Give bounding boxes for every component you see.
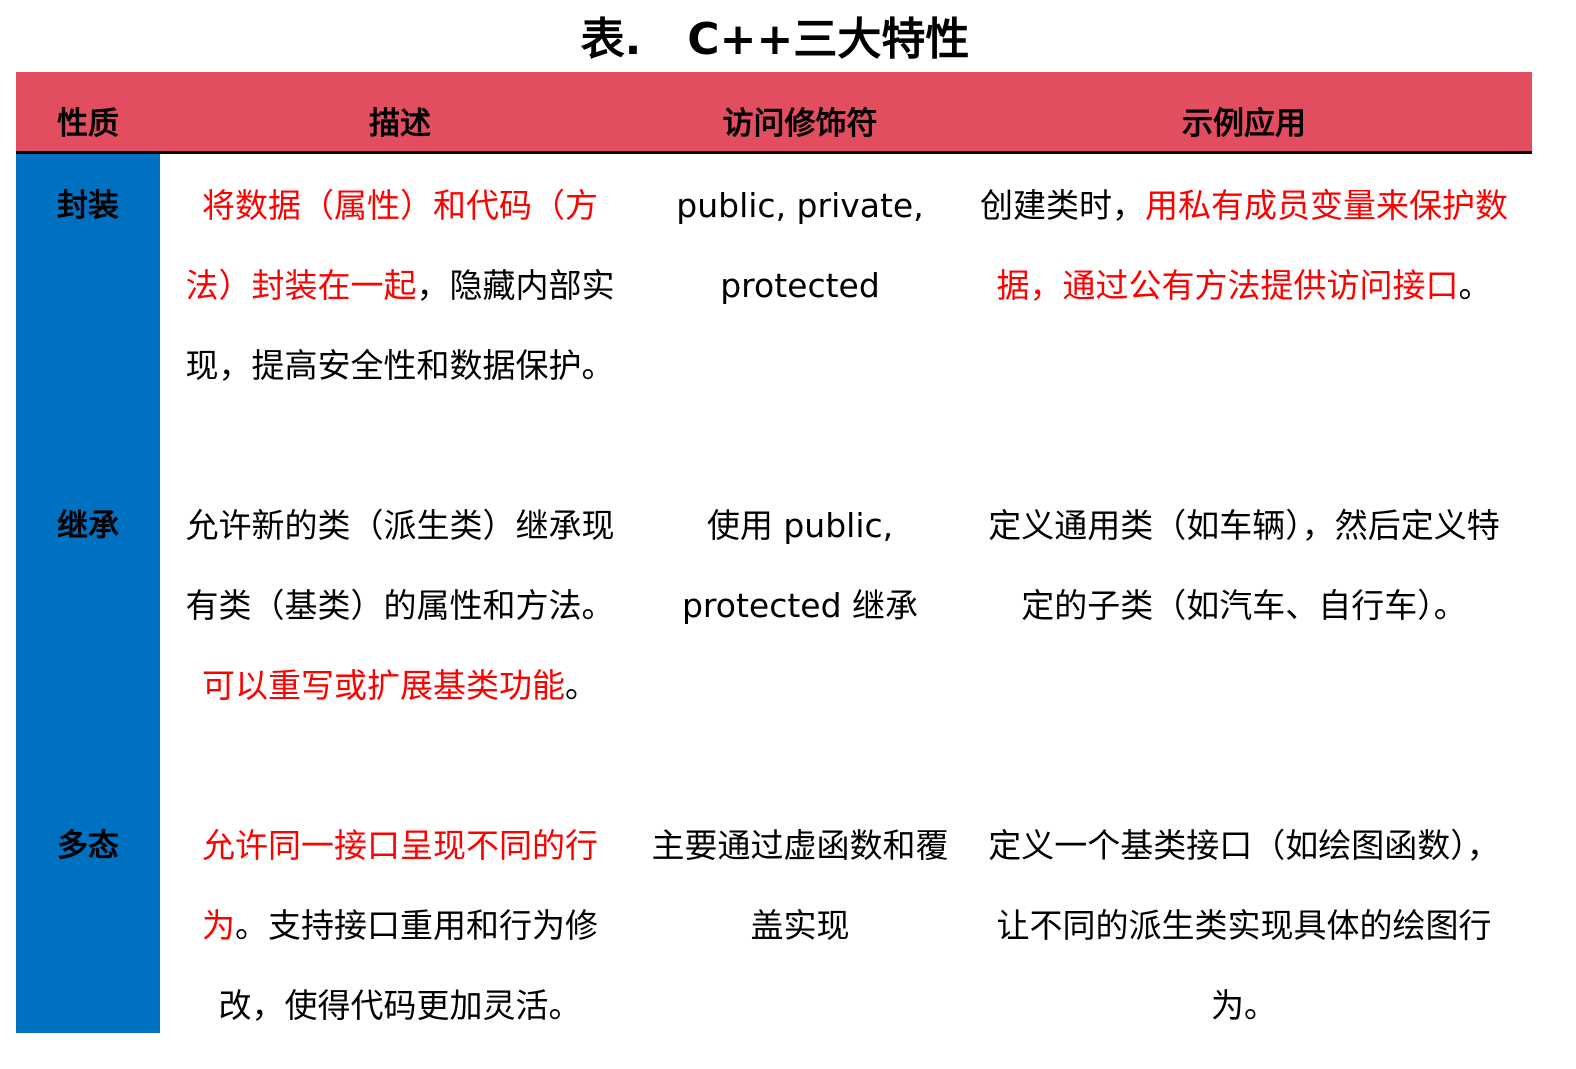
example-cell: 定义通用类（如车辆），然后定义特定的子类（如汽车、自行车）。 <box>975 486 1513 646</box>
label-column <box>16 154 160 1033</box>
header-description: 描述 <box>369 106 431 142</box>
access-cell: 使用 public, protected 继承 <box>681 506 919 625</box>
table-header: 性质 描述 访问修饰符 示例应用 <box>16 72 1532 154</box>
access-cell: 主要通过虚函数和覆盖实现 <box>651 826 949 945</box>
desc-text: 允许新的类（派生类）继承现有类（基类）的属性和方法。 <box>185 506 615 625</box>
example-cell: 创建类时，用私有成员变量来保护数据，通过公有方法提供访问接口。 <box>975 166 1513 326</box>
description-cell: 将数据（属性）和代码（方法）封装在一起，隐藏内部实现，提高安全性和数据保护。 <box>184 166 616 406</box>
header-access-modifiers: 访问修饰符 <box>722 106 878 142</box>
access-cell: public, private, protected <box>676 186 924 305</box>
example-text: 。 <box>1458 266 1492 305</box>
description-cell: 允许新的类（派生类）继承现有类（基类）的属性和方法。可以重写或扩展基类功能。 <box>184 486 616 726</box>
header-property: 性质 <box>57 106 119 142</box>
example-text: 创建类时， <box>980 186 1145 225</box>
desc-text: 。支持接口重用和行为修改，使得代码更加灵活。 <box>218 906 599 1025</box>
example-cell: 定义一个基类接口（如绘图函数），让不同的派生类实现具体的绘图行为。 <box>975 806 1513 1046</box>
row-label: 多态 <box>57 828 119 864</box>
row-label: 封装 <box>57 188 119 224</box>
header-example: 示例应用 <box>1182 106 1306 142</box>
description-cell: 允许同一接口呈现不同的行为。支持接口重用和行为修改，使得代码更加灵活。 <box>184 806 616 1046</box>
example-text: 定义通用类（如车辆），然后定义特定的子类（如汽车、自行车）。 <box>988 506 1500 625</box>
example-text: 定义一个基类接口（如绘图函数），让不同的派生类实现具体的绘图行为。 <box>988 826 1500 1025</box>
row-label: 继承 <box>57 508 119 544</box>
desc-text: 。 <box>565 666 598 705</box>
table-title: 表. C++三大特性 <box>580 14 970 65</box>
desc-highlight: 可以重写或扩展基类功能 <box>202 666 565 705</box>
